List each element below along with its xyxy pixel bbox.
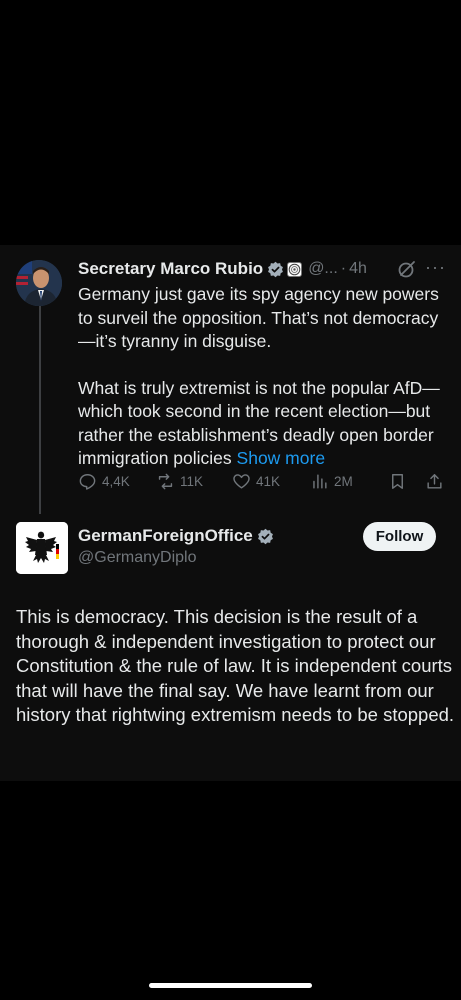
bookmark-button[interactable] [388, 472, 412, 491]
tweet-text: Germany just gave its spy agency new pow… [78, 283, 446, 471]
author-name[interactable]: Secretary Marco Rubio [78, 259, 263, 279]
author-handle[interactable]: @... [308, 260, 338, 278]
reply-author-handle[interactable]: @GermanyDiplo [78, 549, 197, 567]
tweet-paragraph-2: What is truly extremist is not the popul… [78, 377, 446, 471]
grok-icon[interactable] [397, 259, 417, 279]
home-indicator[interactable] [149, 983, 312, 988]
views-button[interactable]: 2M [310, 472, 353, 491]
reply-icon [79, 474, 96, 490]
government-badge-icon [287, 261, 303, 277]
views-count: 2M [334, 474, 353, 489]
tweet-header: Secretary Marco Rubio @... · 4h [78, 257, 451, 281]
like-icon [233, 474, 250, 489]
share-button[interactable] [425, 472, 449, 491]
like-button[interactable]: 41K [232, 472, 280, 491]
reply-count: 4,4K [102, 474, 130, 489]
tweet-actions: 4,4K 11K 41K 2M [78, 472, 448, 494]
show-more-link[interactable]: Show more [237, 448, 326, 468]
more-icon[interactable]: ··· [425, 257, 446, 278]
repost-button[interactable]: 11K [156, 472, 203, 491]
share-icon [427, 474, 442, 489]
follow-button[interactable]: Follow [363, 522, 436, 551]
reply-author-row: GermanForeignOffice [78, 526, 274, 546]
bookmark-icon [392, 474, 403, 489]
repost-icon [158, 473, 173, 490]
verified-badge-icon [268, 261, 284, 277]
reply-button[interactable]: 4,4K [78, 472, 130, 491]
tweet-paragraph-1: Germany just gave its spy agency new pow… [78, 284, 439, 351]
reply-text: This is democracy. This decision is the … [16, 606, 455, 725]
repost-count: 11K [180, 474, 204, 489]
like-count: 41K [256, 474, 281, 489]
reply-author-name[interactable]: GermanForeignOffice [78, 526, 253, 546]
thread-connector-line [39, 300, 41, 514]
tweet-time[interactable]: 4h [349, 260, 367, 278]
separator-dot: · [340, 260, 347, 277]
verified-badge-icon [257, 528, 273, 544]
german-foreign-office-avatar[interactable] [16, 522, 68, 574]
author-avatar[interactable] [16, 260, 62, 306]
views-icon [313, 474, 327, 489]
